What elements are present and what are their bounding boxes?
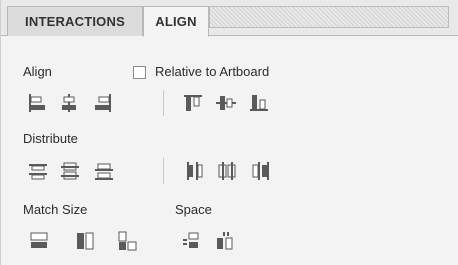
match-size-section-label: Match Size <box>23 202 88 217</box>
align-panel: INTERACTIONS ALIGN Align Relative to Art… <box>0 0 458 265</box>
distribute-right-edges-icon[interactable] <box>250 160 272 182</box>
match-width-icon[interactable] <box>28 230 50 252</box>
align-bottom-edges-icon[interactable] <box>248 92 270 114</box>
align-top-edges-icon[interactable] <box>182 92 204 114</box>
space-section-label: Space <box>175 202 212 217</box>
space-vertical-icon[interactable] <box>181 230 203 252</box>
align-horizontal-centers-icon[interactable] <box>58 92 80 114</box>
distribute-section-label: Distribute <box>23 131 78 146</box>
match-size-icon[interactable] <box>116 230 138 252</box>
align-left-edges-icon[interactable] <box>26 92 48 114</box>
distribute-horizontal-centers-icon[interactable] <box>216 160 238 182</box>
align-section-label: Align <box>23 64 52 79</box>
match-height-icon[interactable] <box>74 230 96 252</box>
distribute-separator <box>163 158 164 184</box>
align-vertical-centers-icon[interactable] <box>215 92 237 114</box>
distribute-top-edges-icon[interactable] <box>27 160 49 182</box>
tab-strip-filler <box>209 6 449 28</box>
space-horizontal-icon[interactable] <box>214 230 236 252</box>
align-separator <box>163 90 164 116</box>
tab-align[interactable]: ALIGN <box>143 6 209 37</box>
tab-interactions[interactable]: INTERACTIONS <box>7 6 143 36</box>
relative-to-artboard-label: Relative to Artboard <box>155 64 270 79</box>
tab-bar: INTERACTIONS ALIGN <box>1 0 458 37</box>
distribute-left-edges-icon[interactable] <box>183 160 205 182</box>
align-right-edges-icon[interactable] <box>92 92 114 114</box>
relative-to-artboard-checkbox[interactable] <box>133 66 146 79</box>
distribute-vertical-centers-icon[interactable] <box>59 160 81 182</box>
distribute-bottom-edges-icon[interactable] <box>93 160 115 182</box>
